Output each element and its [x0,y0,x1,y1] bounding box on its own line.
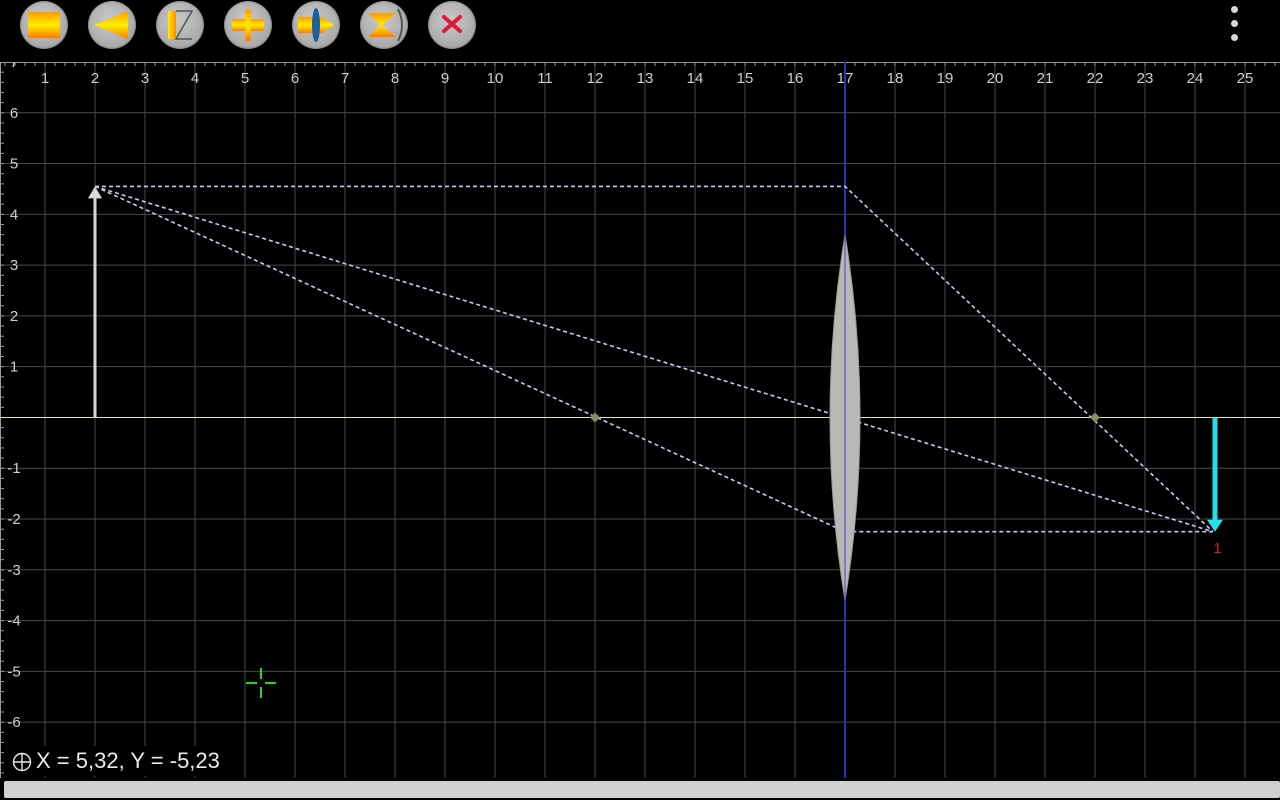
x-tick-label: 11 [537,70,553,87]
axes [0,62,1280,778]
x-tick-label: 3 [141,70,149,87]
horizontal-scrollbar[interactable] [4,781,1280,798]
prism-icon [168,10,194,40]
y-tick-label: 1 [10,359,18,376]
y-tick-label: 6 [10,105,18,122]
x-tick-label: 10 [487,70,504,87]
prism-button[interactable] [156,1,204,49]
coordinate-text: X = 5,32, Y = -5,23 [36,748,220,773]
x-tick-label: 20 [987,70,1004,87]
y-tick-label: 3 [10,257,18,274]
x-tick-label: 23 [1137,70,1154,87]
concave-lens-button[interactable] [360,1,408,49]
y-tick-label: -6 [7,714,20,731]
x-tick-label: 15 [737,70,754,87]
toolbar [0,0,1280,56]
flat-mirror-icon [94,11,128,39]
overflow-dots-icon[interactable] [1222,4,1248,44]
flat-mirror-button[interactable] [88,1,136,49]
light-ray-button[interactable] [224,1,272,49]
y-tick-label: -5 [7,663,20,680]
x-tick-label: 8 [391,70,399,87]
grid [0,62,1280,778]
light-ray-icon [232,9,264,41]
x-tick-label: 6 [291,70,299,87]
x-tick-label: 22 [1087,70,1104,87]
focal-point-marker[interactable] [1090,412,1100,423]
image-label: 1 [1213,540,1221,557]
y-tick-label: 4 [10,206,18,223]
x-tick-label: 12 [587,70,604,87]
axis-tick-labels: 1 2 3 4 5 6 7 8 9 10 11 12 13 14 15 16 17 18 19 20 21 22 23 24 2… [7,62,1253,731]
x-tick-label: 9 [441,70,449,87]
y-tick-label: -1 [7,460,20,477]
delete-x-icon [442,15,462,33]
x-tick-label: 7 [341,70,349,87]
delete-button[interactable] [428,1,476,49]
x-tick-label: 19 [937,70,954,87]
rectangle-block-button[interactable] [20,1,68,49]
x-tick-label: 14 [687,70,704,87]
x-tick-label: 5 [241,70,249,87]
y-tick-label: 2 [10,308,18,325]
x-tick-label: 16 [787,70,804,87]
y-tick-label: 7 [10,62,18,71]
y-tick-label: -4 [7,613,20,630]
concave-lens-icon [368,8,403,42]
y-tick-label: -3 [7,562,20,579]
x-tick-label: 13 [637,70,654,87]
x-tick-label: 2 [91,70,99,87]
image-arrow-head [1207,519,1223,532]
convex-lens-button[interactable] [292,1,340,49]
x-tick-label: 18 [887,70,904,87]
x-tick-label: 1 [41,70,49,87]
x-tick-label: 25 [1237,70,1254,87]
object-arrow-head [88,186,102,199]
x-tick-label: 21 [1037,70,1054,87]
optical-elements: 1 [88,186,1223,699]
focal-point-marker[interactable] [590,412,600,423]
rectangle-block-icon [28,12,60,38]
coordinate-readout: X = 5,32, Y = -5,23 [6,746,226,776]
x-tick-label: 24 [1187,70,1204,87]
y-tick-label: -2 [7,511,20,528]
crosshair-icon [12,752,32,772]
cursor-crosshair-icon [246,668,276,699]
x-tick-label: 4 [191,70,199,87]
y-tick-label: 5 [10,156,18,173]
convex-lens-icon [298,8,334,42]
optics-workspace[interactable]: 1 2 3 4 5 6 7 8 9 10 11 12 13 14 15 16 17 18 19 20 21 22 23 24 2… [0,62,1280,778]
optics-app: 1 2 3 4 5 6 7 8 9 10 11 12 13 14 15 16 17 18 19 20 21 22 23 24 2… [0,0,1280,800]
